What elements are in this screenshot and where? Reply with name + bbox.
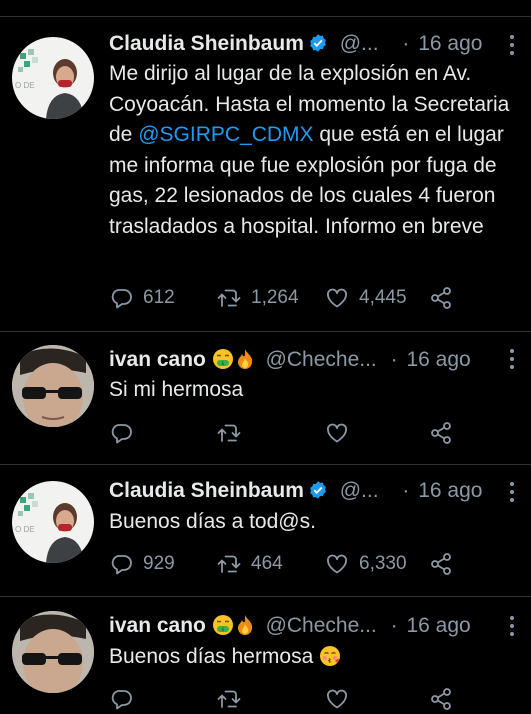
money-mouth-emoji-icon: $ <box>212 348 234 370</box>
retweet-button[interactable] <box>217 418 251 448</box>
tweet-actions: 929 464 6,330 <box>109 549 519 579</box>
separator-dot: · <box>390 614 398 637</box>
share-button[interactable] <box>429 418 453 448</box>
retweet-button[interactable]: 464 <box>217 549 283 579</box>
top-divider <box>0 16 531 17</box>
tweet-header: Claudia Sheinbaum @... · 16 ago <box>109 479 482 507</box>
like-button[interactable]: 6,330 <box>325 549 407 579</box>
author-handle[interactable]: @... <box>340 479 379 502</box>
avatar-ivan[interactable] <box>12 611 94 693</box>
tweet-actions <box>109 418 519 448</box>
author-name[interactable]: ivan cano <box>109 348 206 371</box>
verified-badge-icon <box>308 480 328 500</box>
tweet-text: Buenos días hermosa <box>109 642 519 673</box>
share-button[interactable] <box>429 283 453 313</box>
tweet-actions: 612 1,264 4,445 <box>109 283 519 313</box>
separator-dot: · <box>390 348 398 371</box>
author-name[interactable]: ivan cano <box>109 614 206 637</box>
money-mouth-emoji-icon: $ <box>212 614 234 636</box>
tweet-date[interactable]: 16 ago <box>418 479 482 502</box>
like-icon <box>327 554 347 574</box>
more-icon[interactable] <box>509 615 515 637</box>
tweet-date[interactable]: 16 ago <box>418 32 482 55</box>
reply-count: 612 <box>143 287 175 308</box>
tweet-header: ivan cano $ @Cheche... · 16 ago <box>109 614 471 642</box>
avatar-ivan[interactable] <box>12 345 94 427</box>
more-icon[interactable] <box>509 34 515 56</box>
retweet-icon <box>217 424 241 442</box>
author-name[interactable]: Claudia Sheinbaum <box>109 479 304 502</box>
reply-button[interactable]: 612 <box>109 283 175 313</box>
reply-count: 929 <box>143 553 175 574</box>
svg-text:$: $ <box>221 627 224 633</box>
separator-dot: · <box>402 479 410 502</box>
like-icon <box>327 423 347 443</box>
svg-text:O DE: O DE <box>15 525 35 534</box>
avatar-claudia[interactable]: O DE <box>12 37 94 119</box>
author-handle[interactable]: @... <box>340 32 379 55</box>
avatar-claudia[interactable]: O DE <box>12 481 94 563</box>
tweet-header: Claudia Sheinbaum @... · 16 ago <box>109 32 482 60</box>
svg-text:O DE: O DE <box>15 81 35 90</box>
svg-text:$: $ <box>221 361 224 367</box>
more-icon[interactable] <box>509 481 515 503</box>
share-icon <box>431 688 451 710</box>
tweet-date[interactable]: 16 ago <box>406 348 470 371</box>
retweet-icon <box>217 289 241 307</box>
author-handle[interactable]: @Cheche... <box>266 348 377 371</box>
author-handle[interactable]: @Cheche... <box>266 614 377 637</box>
like-button[interactable] <box>325 418 359 448</box>
retweet-count: 1,264 <box>251 287 299 308</box>
verified-badge-icon <box>308 33 328 53</box>
retweet-button[interactable] <box>217 684 251 714</box>
tweet-divider <box>0 331 531 332</box>
retweet-count: 464 <box>251 553 283 574</box>
share-icon <box>431 422 451 444</box>
tweet-date[interactable]: 16 ago <box>406 614 470 637</box>
mention-link[interactable]: @SGIRPC_CDMX <box>138 123 313 146</box>
share-button[interactable] <box>429 549 453 579</box>
tweet-text: Si mi hermosa <box>109 378 244 401</box>
like-count: 4,445 <box>359 287 407 308</box>
like-count: 6,330 <box>359 553 407 574</box>
reply-button[interactable] <box>109 684 143 714</box>
like-icon <box>327 288 347 308</box>
reply-button[interactable]: 929 <box>109 549 175 579</box>
reply-icon <box>111 690 132 710</box>
fire-emoji-icon <box>234 614 256 636</box>
reply-icon <box>111 424 132 444</box>
share-icon <box>431 553 451 575</box>
kissing-face-emoji-icon <box>319 645 341 667</box>
tweet-header: ivan cano $ @Cheche... · 16 ago <box>109 348 471 376</box>
reply-icon <box>111 289 132 309</box>
tweet-text-part: Buenos días hermosa <box>109 645 314 668</box>
like-icon <box>327 689 347 709</box>
share-icon <box>431 287 451 309</box>
retweet-icon <box>217 690 241 708</box>
separator-dot: · <box>402 32 410 55</box>
tweet-divider <box>0 464 531 465</box>
retweet-button[interactable]: 1,264 <box>217 283 299 313</box>
author-name[interactable]: Claudia Sheinbaum <box>109 32 304 55</box>
fire-emoji-icon <box>234 348 256 370</box>
tweet-actions <box>109 684 519 714</box>
reply-button[interactable] <box>109 418 143 448</box>
tweet-text: Buenos días a tod@s. <box>109 510 316 533</box>
more-icon[interactable] <box>509 348 515 370</box>
like-button[interactable] <box>325 684 359 714</box>
tweet-text: Me dirijo al lugar de la explosión en Av… <box>109 59 519 242</box>
tweet-divider <box>0 596 531 597</box>
retweet-icon <box>217 555 241 573</box>
share-button[interactable] <box>429 684 453 714</box>
like-button[interactable]: 4,445 <box>325 283 407 313</box>
reply-icon <box>111 555 132 575</box>
